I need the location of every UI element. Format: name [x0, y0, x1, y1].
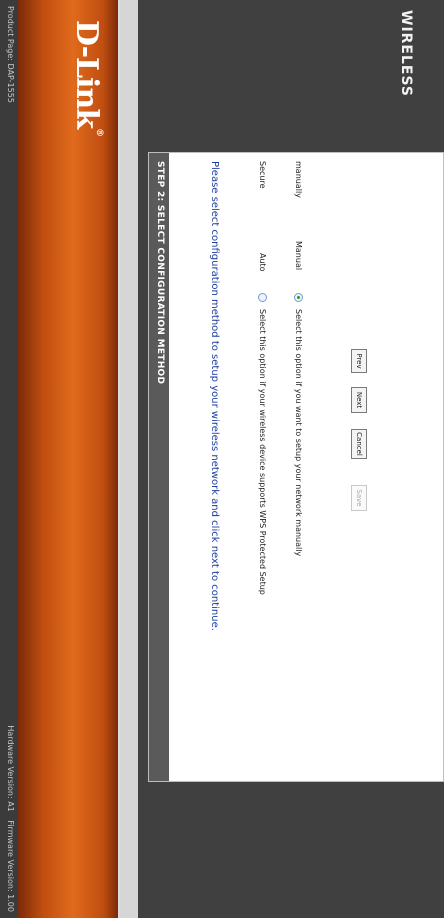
row-label-manually: manually: [294, 161, 303, 198]
option-auto-radio[interactable]: [258, 293, 267, 302]
next-button[interactable]: Next: [351, 387, 367, 413]
registered-mark: ®: [94, 128, 104, 137]
dlink-logo: D-Link®: [69, 20, 104, 136]
wizard-title: STEP 2: SELECT CONFIGURATION METHOD: [155, 161, 165, 385]
cancel-button[interactable]: Cancel: [351, 429, 367, 459]
rotated-page: Product Page: DAP-1555 Hardware Version:…: [0, 0, 444, 918]
option-manual-label: Manual: [294, 241, 303, 271]
wizard-header: STEP 2: SELECT CONFIGURATION METHOD: [149, 153, 169, 781]
nav-band: [120, 0, 138, 918]
option-manual-description: Select this option if you want to setup …: [294, 309, 303, 557]
hardware-version-text: Hardware Version: A1: [6, 725, 15, 812]
version-info: Hardware Version: A1 Firmware Version: 1…: [6, 719, 15, 912]
option-manual-radio[interactable]: [294, 293, 303, 302]
logo-text: D-Link: [69, 20, 104, 129]
row-label-secure: Secure: [258, 161, 267, 189]
firmware-version-text: Firmware Version: 1.00: [6, 820, 15, 912]
wireless-label: WIRELESS: [398, 10, 414, 98]
option-auto-label: Auto: [258, 253, 267, 272]
product-info-line: Product Page: DAP-1555 Hardware Version:…: [0, 0, 18, 918]
product-page-text: Product Page: DAP-1555: [6, 6, 15, 103]
wizard-panel: STEP 2: SELECT CONFIGURATION METHOD Plea…: [148, 152, 444, 782]
prev-button[interactable]: Prev: [351, 349, 367, 373]
option-auto-description: Select this option if your wireless devi…: [258, 309, 267, 595]
wizard-instruction: Please select configuration method to se…: [209, 161, 220, 631]
save-button[interactable]: Save: [351, 485, 367, 511]
